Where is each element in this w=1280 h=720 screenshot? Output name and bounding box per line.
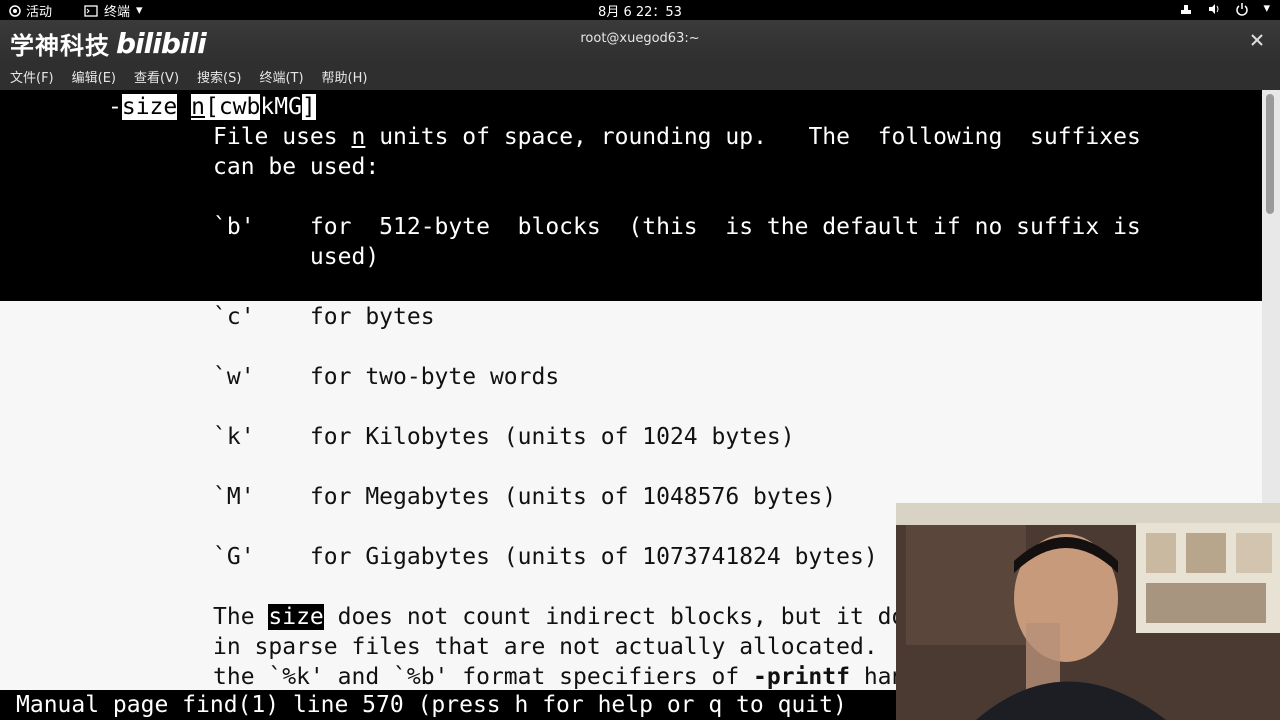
menu-search[interactable]: 搜索(S)	[197, 67, 241, 86]
menu-file[interactable]: 文件(F)	[10, 67, 54, 86]
suffix-c-line: `c' for bytes	[213, 304, 435, 330]
suffix-w-line: `w' for two-byte words	[213, 364, 560, 390]
menu-edit[interactable]: 编辑(E)	[72, 67, 116, 86]
suffix-M-line: `M' for Megabytes (units of 1048576 byte…	[213, 484, 837, 510]
terminal-icon	[84, 4, 98, 17]
clock[interactable]: 8月 6 22：53	[598, 5, 682, 20]
volume-icon	[1209, 3, 1219, 14]
text: The	[213, 604, 269, 630]
suffix-k-line: `k' for Kilobytes (units of 1024 bytes)	[213, 424, 795, 450]
suffix-G-line: `G' for Gigabytes (units of 1073741824 b…	[213, 544, 878, 570]
presenter-video	[896, 503, 1280, 720]
network-icon	[1181, 4, 1192, 14]
menu-help[interactable]: 帮助(H)	[322, 67, 368, 86]
bold-option: -printf	[753, 664, 850, 690]
webcam-overlay	[896, 503, 1280, 720]
chevron-down-icon: ▾	[1263, 1, 1270, 16]
text: File uses	[213, 124, 352, 150]
chevron-down-icon: ▾	[136, 3, 143, 18]
scrollbar-thumb[interactable]	[1266, 94, 1274, 214]
app-menu-button[interactable]: 终端 ▾	[84, 1, 143, 20]
activities-button[interactable]: 活动	[8, 1, 52, 20]
power-icon	[1236, 2, 1249, 16]
text: units of space, rounding up. The followi…	[365, 124, 1141, 150]
option-heading: -size n[cwbkMG]	[108, 92, 316, 122]
option-bracket: [	[204, 94, 219, 120]
option-bracket: ]	[301, 94, 316, 120]
watermark-text: 学神科技	[10, 32, 110, 60]
desc-line: can be used:	[213, 154, 380, 180]
menu-bar: 文件(F) 编辑(E) 查看(V) 搜索(S) 终端(T) 帮助(H)	[0, 62, 1280, 90]
activities-icon	[9, 4, 21, 17]
system-menu[interactable]: ▾	[1179, 1, 1270, 16]
suffix-b-line: `b' for 512-byte blocks (this is the def…	[213, 214, 1141, 240]
gnome-top-bar: 活动 终端 ▾ 8月 6 22：53 ▾	[0, 0, 1280, 20]
menu-terminal[interactable]: 终端(T)	[259, 67, 303, 86]
activities-label: 活动	[26, 5, 53, 20]
window-titlebar[interactable]: 学神科技 bilibili root@xuegod63:~	[0, 20, 1280, 62]
watermark-logo: 学神科技 bilibili	[10, 26, 207, 61]
option-suffixes-2: kMG	[260, 94, 302, 120]
option-dash: -	[108, 94, 122, 120]
text: the `%k' and `%b' format specifiers of	[213, 664, 754, 690]
text: n	[351, 124, 366, 150]
option-name: size	[121, 94, 178, 120]
app-menu-label: 终端	[104, 5, 131, 20]
menu-view[interactable]: 查看(V)	[134, 67, 179, 86]
search-match: size	[268, 604, 324, 630]
option-suffixes: cwb	[218, 94, 261, 120]
suffix-b-line-cont: used)	[213, 244, 380, 270]
option-arg: n	[191, 94, 205, 120]
close-icon[interactable]	[1248, 31, 1266, 49]
bilibili-logo: bilibili	[116, 27, 207, 60]
desc-line: File uses n units of space, rounding up.…	[213, 122, 1141, 152]
